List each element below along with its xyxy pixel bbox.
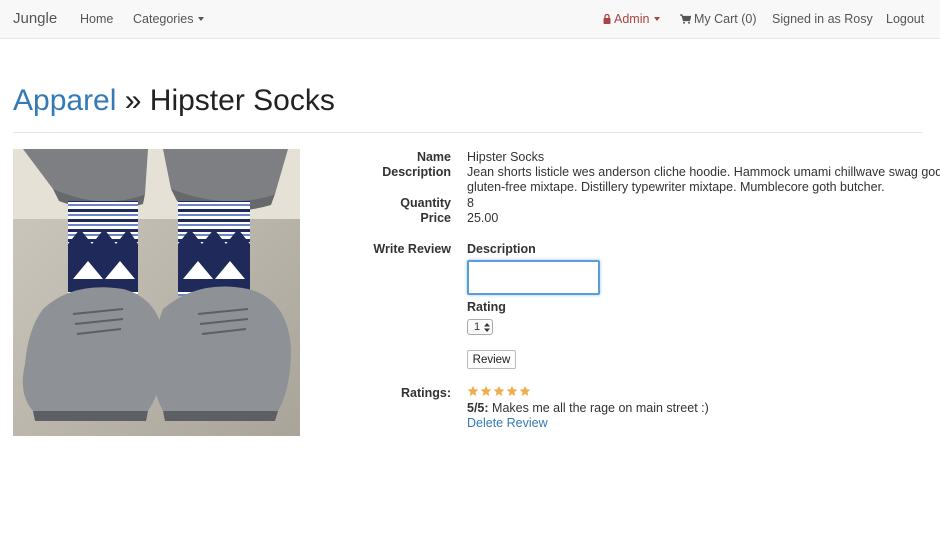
quantity-value: 8 — [467, 196, 474, 210]
review-description-label: Description — [467, 242, 536, 256]
nav-cart[interactable]: My Cart (0) — [680, 12, 757, 26]
description-value-line2: gluten-free mixtape. Distillery typewrit… — [467, 180, 885, 194]
rating-entry: 5/5: Makes me all the rage on main stree… — [467, 401, 709, 415]
nav-admin-label: Admin — [614, 12, 650, 26]
rating-label: Rating — [467, 300, 506, 314]
lock-icon — [603, 14, 611, 24]
price-value: 25.00 — [467, 211, 499, 225]
chevron-down-icon — [654, 17, 661, 21]
description-label: Description — [382, 165, 451, 179]
breadcrumb-separator: » — [124, 84, 142, 117]
shopping-cart-icon — [680, 14, 691, 24]
product-title: Hipster Socks — [149, 84, 335, 117]
star-icon — [467, 385, 479, 396]
ratings-label: Ratings: — [401, 386, 451, 400]
select-arrows-icon — [484, 322, 491, 332]
star-icon — [519, 385, 531, 396]
rating-score: 5/5: — [467, 401, 489, 415]
delete-review-link[interactable]: Delete Review — [467, 416, 548, 430]
rating-comment: Makes me all the rage on main street :) — [492, 401, 709, 415]
nav-logout[interactable]: Logout — [886, 12, 924, 26]
chevron-down-icon — [198, 17, 205, 21]
star-icon — [493, 385, 505, 396]
nav-admin-dropdown[interactable]: Admin — [603, 12, 661, 26]
rating-stars — [467, 385, 531, 397]
review-description-textarea[interactable] — [467, 260, 600, 295]
name-value: Hipster Socks — [467, 150, 545, 164]
page-title: Apparel » Hipster Socks — [13, 84, 335, 118]
name-label: Name — [416, 150, 451, 164]
price-label: Price — [420, 211, 451, 225]
write-review-label: Write Review — [373, 242, 451, 256]
nav-categories-dropdown[interactable]: Categories — [133, 12, 205, 26]
star-icon — [480, 385, 492, 396]
nav-home[interactable]: Home — [80, 12, 113, 26]
brand-link[interactable]: Jungle — [13, 10, 57, 27]
rating-select-value: 1 — [474, 321, 481, 333]
star-icon — [506, 385, 518, 396]
review-submit-button[interactable]: Review — [467, 350, 516, 369]
nav-categories-label: Categories — [133, 12, 194, 26]
category-link[interactable]: Apparel — [13, 84, 116, 117]
rating-select[interactable]: 1 — [467, 319, 493, 335]
quantity-label: Quantity — [400, 196, 451, 210]
nav-cart-label: My Cart (0) — [694, 12, 757, 26]
navbar: Jungle Home Categories Admin My Cart (0)… — [0, 0, 940, 39]
title-divider — [13, 132, 922, 133]
description-value-line1: Jean shorts listicle wes anderson cliche… — [467, 165, 940, 179]
nav-signed-in: Signed in as Rosy — [772, 12, 873, 26]
